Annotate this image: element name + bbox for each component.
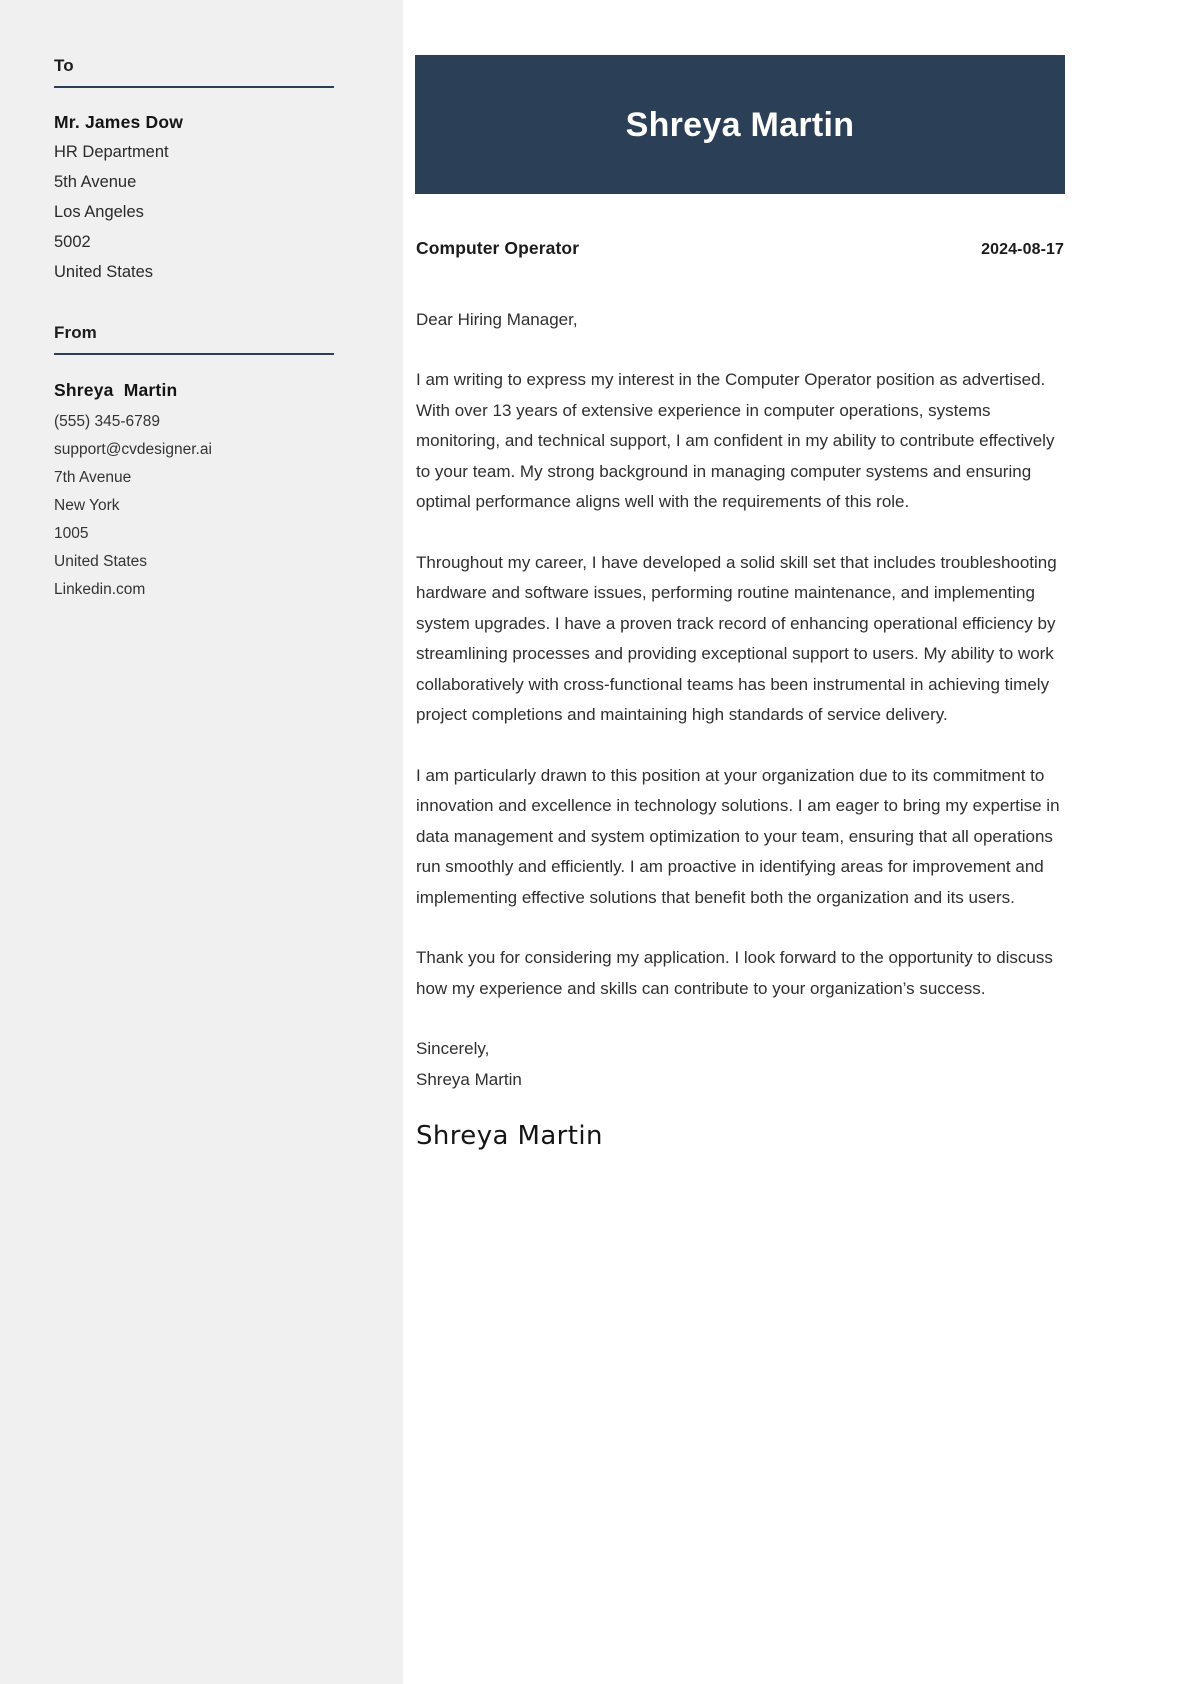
- name-banner: Shreya Martin: [415, 55, 1065, 194]
- salutation: Dear Hiring Manager,: [416, 310, 578, 329]
- recipient-block: To Mr. James Dow HR Department 5th Avenu…: [54, 56, 351, 287]
- recipient-line: Los Angeles: [54, 203, 144, 221]
- sender-block: From Shreya Martin (555) 345-6789 suppor…: [54, 323, 351, 604]
- sender-linkedin: Linkedin.com: [54, 581, 146, 598]
- signature: Shreya Martin: [416, 1121, 603, 1151]
- sender-line: United States: [54, 553, 148, 570]
- sender-line: 1005: [54, 525, 89, 542]
- recipient-line: 5002: [54, 233, 91, 251]
- sender-line: 7th Avenue: [54, 469, 132, 486]
- to-divider: [54, 86, 334, 88]
- recipient-line: HR Department: [54, 143, 169, 161]
- contact-sidebar: To Mr. James Dow HR Department 5th Avenu…: [0, 0, 403, 1684]
- letter-paragraph: I am particularly drawn to this position…: [416, 765, 1060, 907]
- sender-name: Shreya Martin: [54, 380, 178, 400]
- from-divider: [54, 353, 334, 355]
- letter-meta-row: Computer Operator 2024-08-17: [416, 238, 1064, 259]
- recipient-line: 5th Avenue: [54, 173, 137, 191]
- sender-line: New York: [54, 497, 120, 514]
- sender-phone: (555) 345-6789: [54, 413, 160, 430]
- to-heading: To: [54, 56, 74, 75]
- letter-paragraph: I am writing to express my interest in t…: [416, 370, 1055, 511]
- cover-letter-page: To Mr. James Dow HR Department 5th Avenu…: [0, 0, 1200, 1684]
- closing-name: Shreya Martin: [416, 1069, 522, 1089]
- letter-paragraph: Throughout my career, I have developed a…: [416, 552, 1057, 725]
- recipient-name: Mr. James Dow: [54, 112, 184, 132]
- letter-paragraph: Thank you for considering my application…: [416, 948, 1053, 998]
- recipient-line: United States: [54, 263, 154, 281]
- applicant-name: Shreya Martin: [625, 105, 855, 144]
- from-heading: From: [54, 323, 97, 342]
- closing-salutation: Sincerely,: [416, 1039, 490, 1058]
- job-title: Computer Operator: [416, 238, 580, 258]
- letter-date: 2024-08-17: [981, 241, 1064, 258]
- sender-email: support@cvdesigner.ai: [54, 441, 212, 458]
- letter-main: Shreya Martin Computer Operator 2024-08-…: [403, 0, 1200, 1684]
- letter-body: Dear Hiring Manager, I am writing to exp…: [416, 305, 1064, 1153]
